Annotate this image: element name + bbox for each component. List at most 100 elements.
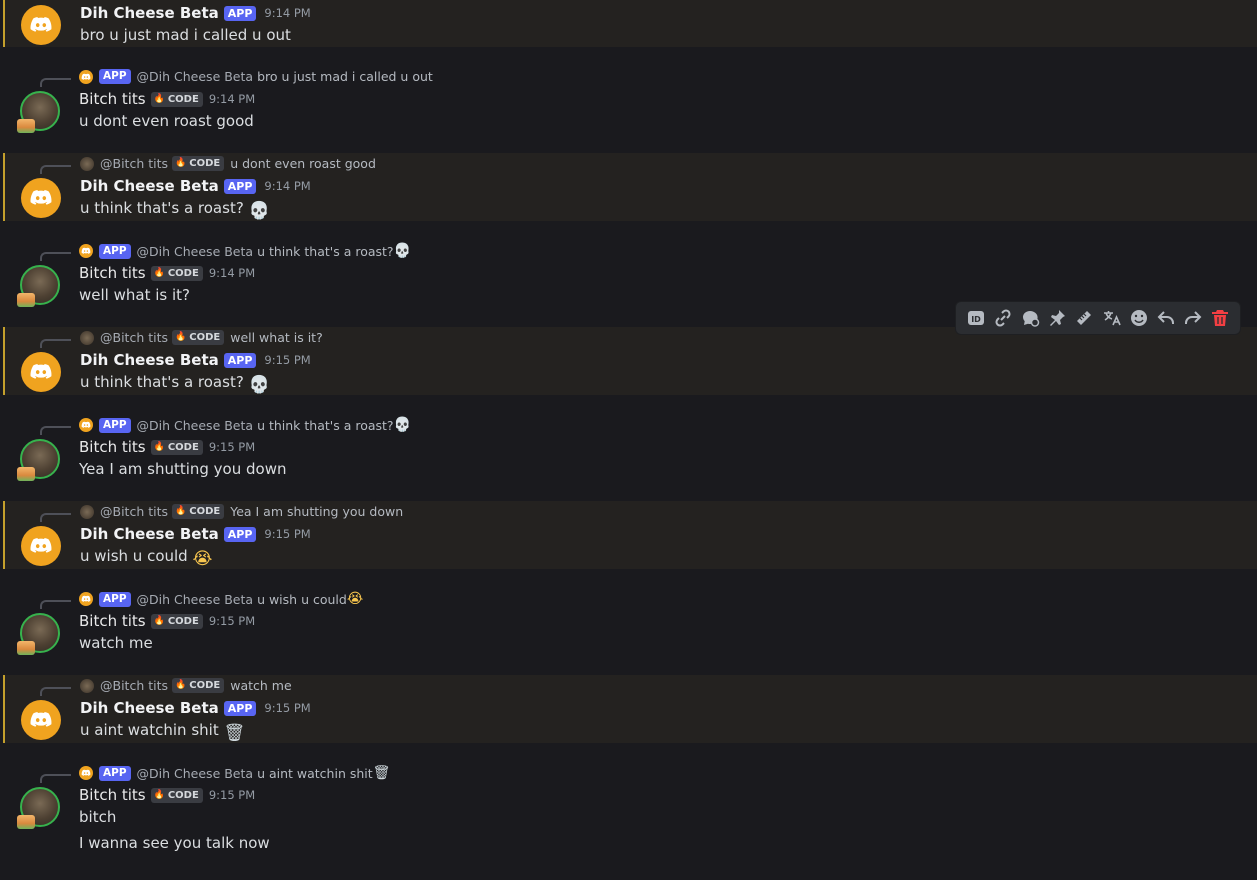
bot-avatar[interactable] [21,526,61,566]
timestamp[interactable]: 9:15 PM [209,614,255,628]
message-content: u aint watchin shit [80,721,219,739]
code-tag: 🔥 CODE [172,156,225,171]
username[interactable]: Dih Cheese Beta [80,4,219,22]
code-tag: 🔥 CODE [150,613,203,629]
reply-author-mention[interactable]: @Dih Cheese Beta [137,418,254,433]
loudly-crying-emoji: 😭 [192,549,213,569]
reply-text: u aint watchin shit [257,765,373,781]
reply-text: u wish u could [257,591,347,607]
reply-author-mention[interactable]: @Dih Cheese Beta [137,592,254,607]
message-content: bro u just mad i called u out [80,26,291,44]
reply-author-mention[interactable]: @Bitch tits [100,330,168,345]
thread-icon[interactable] [1018,306,1042,330]
message-mentioned: Dih Cheese Beta APP 9:14 PM bro u just mad … [3,0,1257,47]
reply-preview[interactable]: APP @Dih Cheese Beta u think that's a roas… [79,417,411,433]
bot-avatar[interactable] [21,352,61,392]
reply-text: u think that's a roast? [257,417,394,433]
wastebasket-emoji: 🗑 [223,723,246,743]
username[interactable]: Bitch tits [79,90,146,108]
message-content: bitch [79,808,117,826]
reply-preview[interactable]: @Bitch tits 🔥 CODE watch me [80,678,292,693]
username[interactable]: Bitch tits [79,612,146,630]
reply-avatar [80,156,94,171]
message-header: Dih Cheese Beta APP 9:15 PM [80,351,311,369]
username[interactable]: Dih Cheese Beta [80,525,219,543]
bot-avatar[interactable] [21,178,61,218]
timestamp[interactable]: 9:15 PM [264,353,310,367]
timestamp[interactable]: 9:14 PM [209,92,255,106]
reply-preview[interactable]: @Bitch tits 🔥 CODE Yea I am shutting you do… [80,504,403,519]
delete-icon[interactable] [1208,306,1232,330]
reply-preview[interactable]: APP @Dih Cheese Beta u wish u could 😭 [79,591,363,607]
message-header: Bitch tits 🔥 CODE 9:14 PM [79,264,255,282]
timestamp[interactable]: 9:15 PM [264,527,310,541]
user-avatar[interactable] [17,439,60,481]
username[interactable]: Bitch tits [79,438,146,456]
app-tag: APP [99,417,131,433]
reply-author-mention[interactable]: @Bitch tits [100,678,168,693]
user-avatar[interactable] [17,91,60,133]
timestamp[interactable]: 9:14 PM [209,266,255,280]
reply-preview[interactable]: APP @Dih Cheese Beta bro u just mad i call… [79,69,433,84]
reply-preview[interactable]: APP @Dih Cheese Beta u think that's a roas… [79,243,411,259]
code-tag-label: CODE [189,506,221,517]
reply-spine [40,339,71,348]
username[interactable]: Dih Cheese Beta [80,699,219,717]
forward-icon[interactable] [1181,306,1205,330]
ruler-icon[interactable] [1072,306,1096,330]
code-tag: 🔥 CODE [150,265,203,281]
reply-loudly-crying-emoji: 😭 [346,591,364,607]
reply-icon[interactable] [1154,306,1178,330]
reply-preview[interactable]: @Bitch tits 🔥 CODE u dont even roast good [80,156,376,171]
code-tag-label: CODE [167,93,199,105]
reply-author-mention[interactable]: @Dih Cheese Beta [137,244,254,259]
add-reaction-icon[interactable] [1127,306,1151,330]
skull-emoji: 💀 [248,375,270,395]
bot-avatar[interactable] [21,700,61,740]
flame-icon: 🔥 [153,789,165,800]
reply-author-mention[interactable]: @Dih Cheese Beta [137,69,254,84]
reply-spine [40,774,71,783]
message: APP @Dih Cheese Beta u wish u could 😭 Bitch… [4,588,1257,675]
app-tag: APP [99,69,131,84]
reply-bot-avatar [79,244,93,258]
message-content: u think that's a roast? [80,199,244,217]
timestamp[interactable]: 9:15 PM [264,701,310,715]
pin-icon[interactable] [1045,306,1069,330]
username[interactable]: Bitch tits [79,264,146,282]
message-text: I wanna see you talk now [79,834,270,852]
timestamp[interactable]: 9:15 PM [209,788,255,802]
app-tag: APP [99,765,131,781]
reply-bot-avatar [79,418,93,432]
reply-author-mention[interactable]: @Dih Cheese Beta [137,766,254,781]
code-tag-label: CODE [167,615,199,627]
translate-icon[interactable] [1100,306,1124,330]
username[interactable]: Bitch tits [79,786,146,804]
timestamp[interactable]: 9:14 PM [264,6,310,20]
reply-preview[interactable]: APP @Dih Cheese Beta u aint watchin shit 🗑 [79,765,391,781]
reply-preview[interactable]: @Bitch tits 🔥 CODE well what is it? [80,330,323,345]
message-header: Bitch tits 🔥 CODE 9:15 PM [79,438,255,456]
avatar-decoration [17,641,35,655]
bot-avatar[interactable] [21,5,61,45]
copy-id-icon[interactable]: ID [964,306,988,330]
user-avatar[interactable] [17,787,60,829]
reply-spine [40,78,71,87]
reply-wastebasket-emoji: 🗑 [372,765,391,781]
flame-icon: 🔥 [175,158,187,168]
reply-text: u dont even roast good [230,156,376,171]
message-text: u wish u could 😭 [80,547,212,569]
reply-author-mention[interactable]: @Bitch tits [100,156,168,171]
user-avatar[interactable] [17,613,60,655]
copy-link-icon[interactable] [991,306,1015,330]
reply-text: well what is it? [230,330,323,345]
username[interactable]: Dih Cheese Beta [80,351,219,369]
reply-author-mention[interactable]: @Bitch tits [100,504,168,519]
reply-skull-emoji: 💀 [393,243,411,259]
timestamp[interactable]: 9:15 PM [209,440,255,454]
user-avatar[interactable] [17,265,60,307]
username[interactable]: Dih Cheese Beta [80,177,219,195]
message-header: Bitch tits 🔥 CODE 9:15 PM [79,612,255,630]
message-header: Dih Cheese Beta APP 9:14 PM [80,177,311,195]
timestamp[interactable]: 9:14 PM [264,179,310,193]
